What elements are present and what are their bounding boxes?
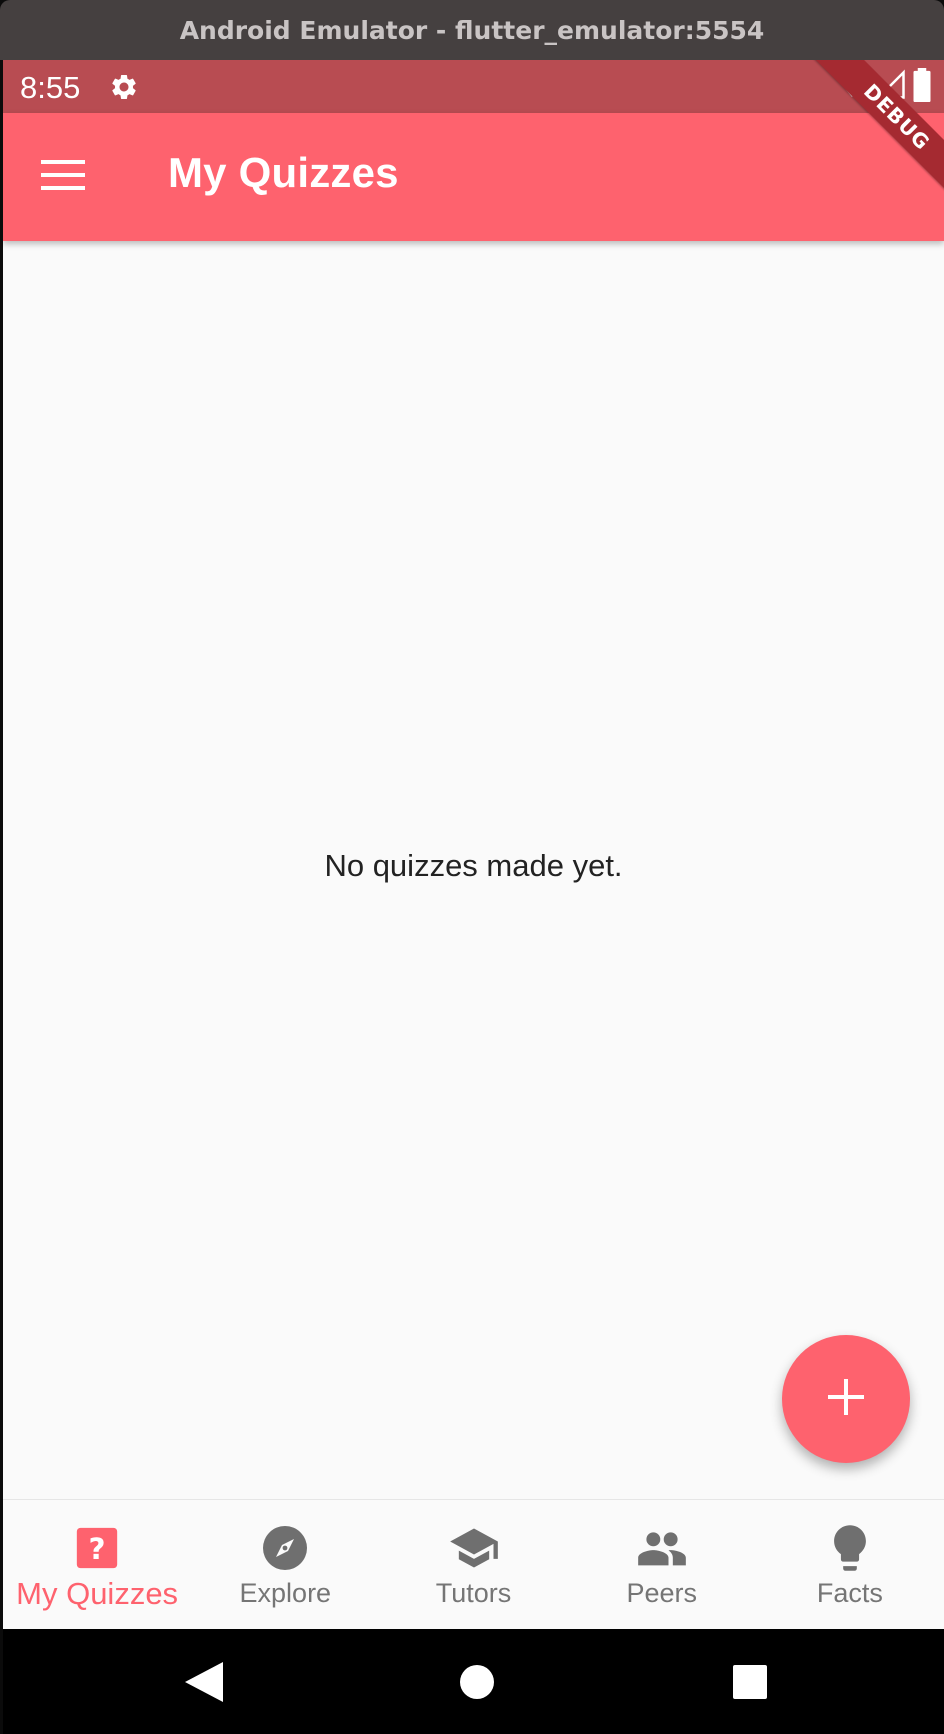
people-icon xyxy=(636,1522,688,1574)
recents-icon[interactable] xyxy=(727,1659,773,1705)
phone-screen: 8:55 DEBUG My Quizzes No quizzes made ye… xyxy=(3,60,944,1734)
nav-label: Facts xyxy=(816,1578,883,1608)
page-title: My Quizzes xyxy=(168,149,399,196)
home-icon[interactable] xyxy=(454,1659,500,1705)
compass-icon xyxy=(259,1522,311,1574)
nav-label: Explore xyxy=(239,1578,332,1608)
bottom-navigation: ? My Quizzes Explore Tutors Peers Facts xyxy=(3,1499,944,1630)
nav-item-tutors[interactable]: Tutors xyxy=(379,1500,567,1630)
nav-label: Peers xyxy=(626,1578,697,1608)
school-cap-icon xyxy=(448,1522,500,1574)
add-quiz-button[interactable] xyxy=(782,1335,910,1463)
lightbulb-icon xyxy=(824,1522,876,1574)
hamburger-menu-icon xyxy=(41,159,85,195)
window-title: Android Emulator - flutter_emulator:5554 xyxy=(179,15,765,45)
nav-item-my-quizzes[interactable]: ? My Quizzes xyxy=(3,1500,191,1630)
status-time: 8:55 xyxy=(20,70,81,105)
app-bar: My Quizzes xyxy=(3,113,944,241)
nav-label: Tutors xyxy=(435,1578,512,1608)
status-bar: 8:55 xyxy=(3,60,944,113)
nav-item-facts[interactable]: Facts xyxy=(756,1500,944,1630)
emulator-window: Android Emulator - flutter_emulator:5554… xyxy=(0,0,944,1734)
window-titlebar: Android Emulator - flutter_emulator:5554 xyxy=(0,0,944,60)
back-icon[interactable] xyxy=(181,1659,227,1705)
menu-button[interactable] xyxy=(33,147,93,207)
settings-gear-icon xyxy=(109,72,139,102)
main-content: No quizzes made yet. xyxy=(3,241,944,1499)
nav-item-explore[interactable]: Explore xyxy=(191,1500,379,1630)
nav-label: My Quizzes xyxy=(16,1576,179,1611)
quiz-question-icon: ? xyxy=(71,1522,123,1574)
empty-state-message: No quizzes made yet. xyxy=(324,848,623,883)
plus-icon xyxy=(828,1378,864,1420)
system-navigation-bar xyxy=(3,1629,944,1734)
battery-icon xyxy=(912,67,932,107)
svg-text:?: ? xyxy=(89,1532,106,1566)
nav-item-peers[interactable]: Peers xyxy=(568,1500,756,1630)
